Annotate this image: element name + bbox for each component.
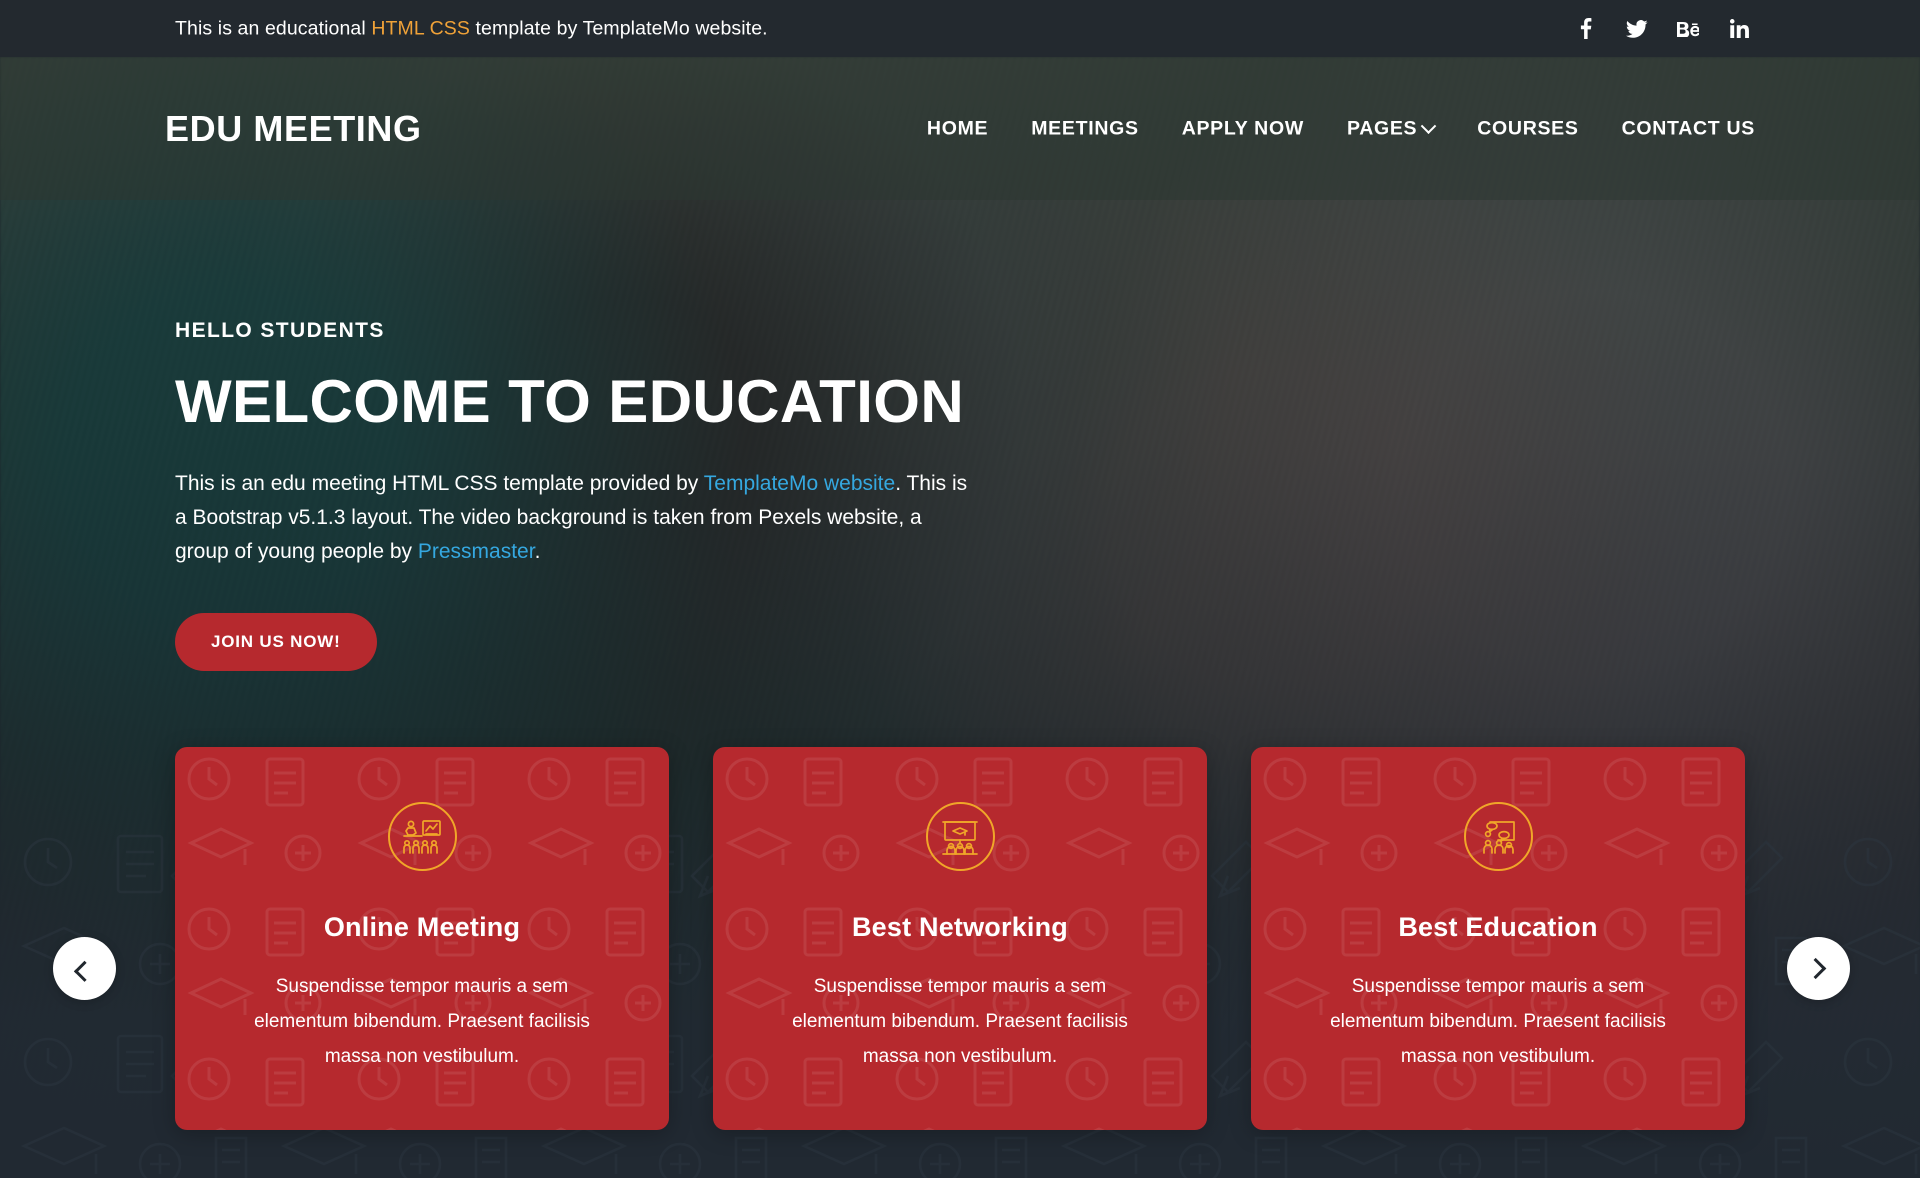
page-title: WELCOME TO EDUCATION xyxy=(175,368,965,435)
top-announcement-bar: This is an educational HTML CSS template… xyxy=(0,0,1920,57)
nav-label-meetings: MEETINGS xyxy=(1031,117,1139,139)
templatemo-website-link[interactable]: TemplateMo website xyxy=(704,472,895,495)
chevron-right-icon xyxy=(1805,957,1827,980)
nav-item-meetings[interactable]: MEETINGS xyxy=(1031,117,1138,140)
announcement-text-part1: This is an educational xyxy=(175,17,372,39)
hero-description: This is an edu meeting HTML CSS template… xyxy=(175,467,980,569)
card-description: Suspendisse tempor mauris a sem elementu… xyxy=(1330,976,1666,1068)
carousel-next-button[interactable] xyxy=(1787,937,1850,1000)
site-header: EDU MEETING HOME MEETINGS APPLY NOW PAGE… xyxy=(0,57,1920,200)
chevron-left-icon xyxy=(73,960,96,982)
presentation-chart-audience-icon xyxy=(387,802,457,871)
hero-content: HELLO STUDENTS WELCOME TO EDUCATION This… xyxy=(175,319,1175,672)
card-title: Best Education xyxy=(1398,912,1598,942)
whiteboard-graduation-audience-icon xyxy=(925,802,995,871)
hero-kicker: HELLO STUDENTS xyxy=(175,319,385,342)
hero-description-part1: This is an edu meeting HTML CSS template… xyxy=(175,472,704,495)
announcement-accent-text: HTML CSS xyxy=(371,17,471,39)
hero-description-part3: . xyxy=(534,540,541,564)
card-title: Best Networking xyxy=(851,912,1069,942)
card-description: Suspendisse tempor mauris a sem elementu… xyxy=(792,976,1128,1068)
announcement-text-part2: template by TemplateMo website. xyxy=(470,17,768,39)
card-title: Online Meeting xyxy=(323,912,521,942)
twitter-icon[interactable] xyxy=(1626,18,1648,40)
feature-cards-carousel: Online Meeting Suspendisse tempor mauris… xyxy=(0,747,1920,1130)
nav-label-pages: PAGES xyxy=(1346,117,1418,139)
social-links xyxy=(1575,18,1750,40)
nav-item-contact-us[interactable]: CONTACT US xyxy=(1622,117,1755,140)
nav-label-courses: COURSES xyxy=(1477,117,1579,139)
main-navigation: HOME MEETINGS APPLY NOW PAGES COURSES CO… xyxy=(927,117,1755,140)
carousel-prev-button[interactable] xyxy=(53,937,116,1000)
chevron-down-icon xyxy=(1420,117,1437,134)
site-logo[interactable]: EDU MEETING xyxy=(165,108,422,150)
announcement-text: This is an educational HTML CSS template… xyxy=(175,17,768,40)
facebook-icon[interactable] xyxy=(1575,18,1597,40)
feature-card-best-networking[interactable]: Best Networking Suspendisse tempor mauri… xyxy=(713,747,1207,1130)
behance-icon[interactable] xyxy=(1677,18,1699,40)
nav-item-apply-now[interactable]: APPLY NOW xyxy=(1182,117,1304,140)
feature-card-best-education[interactable]: Best Education Suspendisse tempor mauris… xyxy=(1251,747,1745,1130)
nav-item-courses[interactable]: COURSES xyxy=(1477,117,1578,140)
discussion-board-people-icon xyxy=(1463,802,1533,871)
nav-label-apply-now: APPLY NOW xyxy=(1181,117,1304,139)
hero-section: EDU MEETING HOME MEETINGS APPLY NOW PAGE… xyxy=(0,57,1920,1178)
pressmaster-link[interactable]: Pressmaster xyxy=(418,540,535,563)
linkedin-icon[interactable] xyxy=(1728,18,1750,40)
nav-item-home[interactable]: HOME xyxy=(927,117,988,140)
nav-label-home: HOME xyxy=(926,117,989,139)
nav-item-pages[interactable]: PAGES xyxy=(1346,117,1437,140)
nav-label-contact-us: CONTACT US xyxy=(1621,117,1755,139)
join-us-now-button[interactable]: JOIN US NOW! xyxy=(175,613,377,672)
card-description: Suspendisse tempor mauris a sem elementu… xyxy=(254,976,590,1068)
feature-card-online-meeting[interactable]: Online Meeting Suspendisse tempor mauris… xyxy=(175,747,669,1130)
